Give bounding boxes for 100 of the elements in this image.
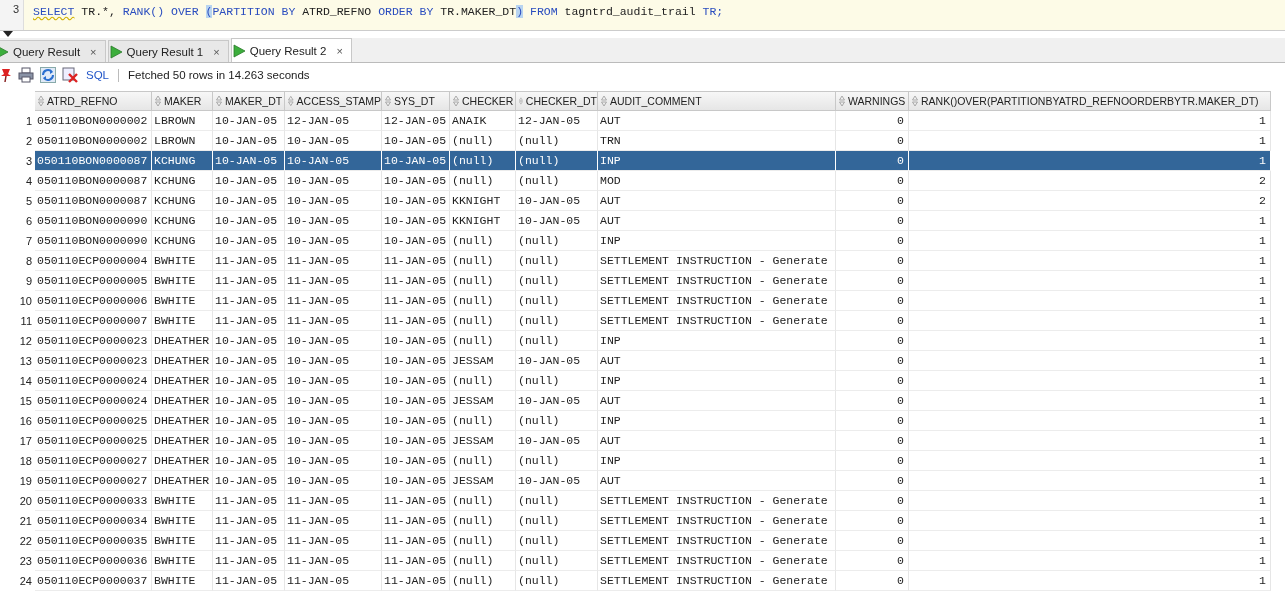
table-cell: 0: [836, 211, 909, 231]
table-cell: (null): [450, 551, 516, 571]
table-cell: KCHUNG: [152, 191, 213, 211]
result-tab[interactable]: Query Result 1 ×: [107, 40, 229, 62]
table-cell: AUT: [598, 111, 836, 131]
row-number: 3: [24, 154, 33, 169]
table-cell: SETTLEMENT INSTRUCTION - Generate: [598, 311, 836, 331]
table-cell: (null): [516, 511, 598, 531]
table-cell: (null): [450, 251, 516, 271]
pin-icon[interactable]: [0, 67, 12, 83]
table-cell: ANAIK: [450, 111, 516, 131]
row-number: 1: [24, 114, 33, 129]
table-cell: 0: [836, 291, 909, 311]
column-header[interactable]: CHECKER_DT: [516, 91, 598, 111]
collapse-arrow-icon[interactable]: [3, 31, 13, 37]
table-cell: 10-JAN-05: [382, 411, 450, 431]
table-cell: BWHITE: [152, 571, 213, 591]
table-cell: 1: [909, 371, 1271, 391]
table-cell: (null): [450, 411, 516, 431]
table-cell: 050110ECP0000006: [35, 291, 152, 311]
table-cell: (null): [450, 491, 516, 511]
table-cell: 0: [836, 151, 909, 171]
table-cell: 0: [836, 531, 909, 551]
table-cell: 10-JAN-05: [516, 471, 598, 491]
table-cell: INP: [598, 231, 836, 251]
table-cell: INP: [598, 371, 836, 391]
column-header[interactable]: MAKER_DT: [213, 91, 285, 111]
table-cell: (null): [450, 171, 516, 191]
table-cell: 1: [909, 451, 1271, 471]
table-cell: 11-JAN-05: [285, 511, 382, 531]
delete-icon[interactable]: [62, 67, 78, 83]
table-cell: 0: [836, 431, 909, 451]
row-number: 18: [18, 454, 33, 469]
table-cell: 10-JAN-05: [382, 211, 450, 231]
table-cell: (null): [516, 291, 598, 311]
table-cell: (null): [450, 531, 516, 551]
column-header[interactable]: WARNINGS: [836, 91, 909, 111]
table-cell: 10-JAN-05: [285, 411, 382, 431]
table-cell: SETTLEMENT INSTRUCTION - Generate: [598, 251, 836, 271]
close-icon[interactable]: ×: [213, 45, 220, 58]
table-cell: MOD: [598, 171, 836, 191]
table-cell: AUT: [598, 211, 836, 231]
table-cell: SETTLEMENT INSTRUCTION - Generate: [598, 491, 836, 511]
table-cell: 11-JAN-05: [213, 511, 285, 531]
result-tab[interactable]: Query Result ×: [0, 40, 106, 62]
play-icon: [108, 44, 123, 59]
table-cell: 050110ECP0000023: [35, 331, 152, 351]
table-cell: 10-JAN-05: [213, 171, 285, 191]
table-cell: 0: [836, 351, 909, 371]
refresh-icon[interactable]: [40, 67, 56, 83]
sql-link[interactable]: SQL: [86, 69, 109, 81]
table-cell: 1: [909, 111, 1271, 131]
column-header[interactable]: AUDIT_COMMENT: [598, 91, 836, 111]
table-cell: 1: [909, 311, 1271, 331]
table-cell: JESSAM: [450, 351, 516, 371]
table-cell: JESSAM: [450, 471, 516, 491]
column-header[interactable]: CHECKER: [450, 91, 516, 111]
table-cell: (null): [516, 491, 598, 511]
table-cell: 11-JAN-05: [285, 291, 382, 311]
table-cell: (null): [516, 371, 598, 391]
table-cell: 10-JAN-05: [285, 431, 382, 451]
table-cell: 11-JAN-05: [382, 531, 450, 551]
table-cell: 10-JAN-05: [516, 431, 598, 451]
column-header[interactable]: MAKER: [152, 91, 213, 111]
row-number: 21: [18, 514, 33, 529]
column-header[interactable]: SYS_DT: [382, 91, 450, 111]
table-cell: 050110BON0000002: [35, 111, 152, 131]
row-number: 5: [24, 194, 33, 209]
table-cell: DHEATHER: [152, 371, 213, 391]
table-cell: 10-JAN-05: [213, 451, 285, 471]
table-cell: 11-JAN-05: [213, 571, 285, 591]
result-tab[interactable]: Query Result 2 ×: [230, 38, 352, 62]
table-cell: INP: [598, 151, 836, 171]
table-cell: DHEATHER: [152, 391, 213, 411]
table-cell: 11-JAN-05: [285, 271, 382, 291]
table-cell: BWHITE: [152, 291, 213, 311]
table-cell: 10-JAN-05: [213, 111, 285, 131]
table-cell: (null): [450, 151, 516, 171]
table-cell: 11-JAN-05: [213, 531, 285, 551]
column-header[interactable]: RANK()OVER(PARTITIONBYATRD_REFNOORDERBYTR.MAKER_DT): [909, 91, 1271, 111]
column-header[interactable]: ATRD_REFNO: [35, 91, 152, 111]
table-cell: 11-JAN-05: [382, 291, 450, 311]
column-header[interactable]: ACCESS_STAMP: [285, 91, 382, 111]
table-cell: KKNIGHT: [450, 191, 516, 211]
close-icon[interactable]: ×: [90, 45, 97, 58]
table-cell: 11-JAN-05: [285, 311, 382, 331]
row-number: 15: [18, 394, 33, 409]
table-cell: DHEATHER: [152, 411, 213, 431]
table-cell: SETTLEMENT INSTRUCTION - Generate: [598, 511, 836, 531]
close-icon[interactable]: ×: [336, 44, 343, 57]
table-cell: 10-JAN-05: [285, 191, 382, 211]
table-cell: (null): [450, 571, 516, 591]
table-cell: 10-JAN-05: [213, 191, 285, 211]
table-cell: 050110BON0000087: [35, 191, 152, 211]
table-cell: 1: [909, 231, 1271, 251]
printer-icon[interactable]: [18, 67, 34, 83]
table-cell: KCHUNG: [152, 211, 213, 231]
table-cell: 0: [836, 171, 909, 191]
table-cell: 1: [909, 511, 1271, 531]
table-cell: 10-JAN-05: [382, 171, 450, 191]
